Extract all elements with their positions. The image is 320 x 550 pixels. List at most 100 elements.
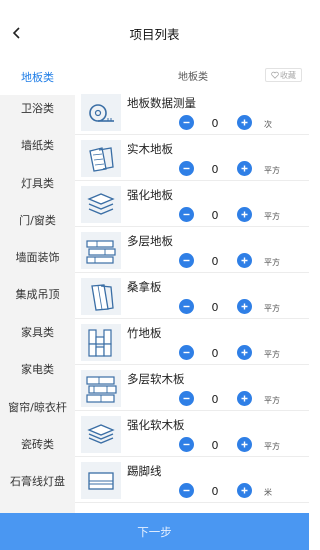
minus-icon [183,213,190,216]
minus-icon [183,305,190,308]
item-name: 强化地板 [127,188,173,202]
item-name: 多层软木板 [127,372,185,386]
product-list: 地板类 收藏 地板数据测量 0 次 实木地板 0 平方 强化地板 0 平方 多层… [75,58,309,513]
minus-icon [183,489,190,492]
minus-icon [183,259,190,262]
quantity-value: 0 [211,209,219,222]
minus-icon [183,121,190,124]
item-name: 实木地板 [127,142,173,156]
unit-label: 平方 [264,258,280,267]
plus-icon [241,441,248,448]
minus-icon [183,397,190,400]
unit-label: 米 [264,488,272,497]
unit-label: 平方 [264,442,280,451]
increase-button[interactable] [237,391,252,406]
tape-measure-icon [81,94,121,131]
sidebar-item-tiles[interactable]: 瓷砖类 [0,425,75,462]
item-name: 多层地板 [127,234,173,248]
quantity-value: 0 [211,163,219,176]
increase-button[interactable] [237,161,252,176]
sidebar-item-lighting[interactable]: 灯具类 [0,164,75,201]
plus-icon [241,165,248,172]
sidebar-item-ceiling[interactable]: 集成吊顶 [0,275,75,312]
list-item: 多层软木板 0 平方 [75,366,309,411]
quantity-value: 0 [211,255,219,268]
unit-label: 平方 [264,166,280,175]
quantity-value: 0 [211,439,219,452]
quantity-value: 0 [211,117,219,130]
quantity-value: 0 [211,347,219,360]
sidebar-item-furniture[interactable]: 家具类 [0,313,75,350]
multilayer-floor-icon [81,232,121,269]
solid-wood-floor-icon [81,140,121,177]
decrease-button[interactable] [179,299,194,314]
decrease-button[interactable] [179,115,194,130]
category-header: 地板类 收藏 [75,58,309,90]
plus-icon [241,395,248,402]
list-item: 竹地板 0 平方 [75,320,309,365]
skirting-line-icon [81,462,121,499]
item-name: 踢脚线 [127,464,162,478]
quantity-value: 0 [211,393,219,406]
list-item: 踢脚线 0 米 [75,458,309,503]
increase-button[interactable] [237,115,252,130]
sidebar-item-bathroom[interactable]: 卫浴类 [0,89,75,126]
category-sidebar: 地板类 卫浴类 墙纸类 灯具类 门/窗类 墙面装饰 集成吊顶 家具类 家电类 窗… [0,58,75,513]
bamboo-floor-icon [81,324,121,361]
list-item: 多层地板 0 平方 [75,228,309,273]
item-name: 地板数据测量 [127,96,196,110]
plus-icon [241,257,248,264]
increase-button[interactable] [237,253,252,268]
decrease-button[interactable] [179,161,194,176]
laminate-cork-icon [81,416,121,453]
increase-button[interactable] [237,299,252,314]
increase-button[interactable] [237,345,252,360]
plus-icon [241,211,248,218]
unit-label: 平方 [264,304,280,313]
list-item: 强化软木板 0 平方 [75,412,309,457]
heart-icon [271,71,279,79]
decrease-button[interactable] [179,437,194,452]
sidebar-item-wall-decoration[interactable]: 墙面装饰 [0,238,75,275]
minus-icon [183,167,190,170]
decrease-button[interactable] [179,345,194,360]
item-name: 强化软木板 [127,418,185,432]
decrease-button[interactable] [179,207,194,222]
decrease-button[interactable] [179,483,194,498]
sidebar-item-plaster-lines[interactable]: 石膏线灯盘 [0,462,75,499]
category-title: 地板类 [178,72,208,83]
sidebar-item-curtains[interactable]: 窗帘/晾衣杆 [0,388,75,425]
unit-label: 平方 [264,212,280,221]
favorite-button[interactable]: 收藏 [265,68,302,82]
top-bar: 项目列表 [0,0,309,58]
sidebar-item-appliances[interactable]: 家电类 [0,350,75,387]
page-title: 项目列表 [129,27,180,42]
laminate-floor-icon [81,186,121,223]
unit-label: 次 [264,120,272,129]
unit-label: 平方 [264,396,280,405]
decrease-button[interactable] [179,253,194,268]
plus-icon [241,349,248,356]
minus-icon [183,443,190,446]
list-item: 实木地板 0 平方 [75,136,309,181]
item-name: 桑拿板 [127,280,162,294]
sauna-board-icon [81,278,121,315]
sidebar-item-doors-windows[interactable]: 门/窗类 [0,201,75,238]
list-item: 强化地板 0 平方 [75,182,309,227]
list-item: 桑拿板 0 平方 [75,274,309,319]
list-item: 地板数据测量 0 次 [75,90,309,135]
quantity-value: 0 [211,301,219,314]
increase-button[interactable] [237,437,252,452]
multilayer-cork-icon [81,370,121,407]
favorite-label: 收藏 [280,70,296,80]
unit-label: 平方 [264,350,280,359]
increase-button[interactable] [237,207,252,222]
decrease-button[interactable] [179,391,194,406]
next-step-button[interactable]: 下一步 [0,513,309,550]
plus-icon [241,303,248,310]
increase-button[interactable] [237,483,252,498]
sidebar-item-wallpaper[interactable]: 墙纸类 [0,126,75,163]
item-name: 竹地板 [127,326,162,340]
plus-icon [241,119,248,126]
plus-icon [241,487,248,494]
